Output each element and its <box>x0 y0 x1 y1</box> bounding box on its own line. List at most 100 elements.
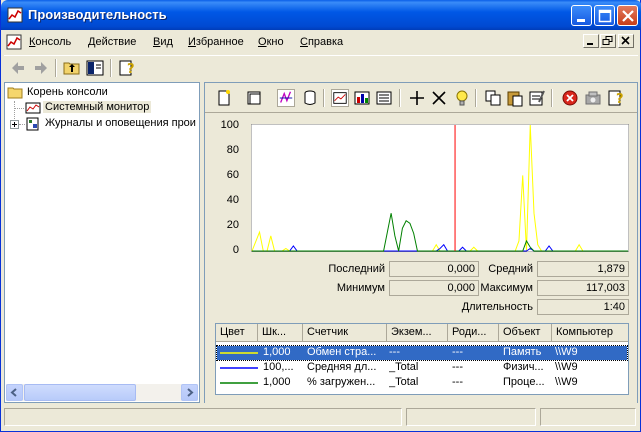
menu-bar: Консоль Действие Вид Избранное Окно Спра… <box>4 32 638 52</box>
y-tick-label: 40 <box>226 194 239 206</box>
counter-row[interactable]: 1,000 Обмен стра... --- --- Память \\W9 <box>216 345 628 361</box>
up-folder-icon[interactable] <box>63 59 81 77</box>
column-header-instance[interactable]: Экзем... <box>387 324 448 342</box>
toolbar-separator <box>551 89 553 107</box>
add-counter-icon[interactable] <box>408 89 426 107</box>
toolbar-separator <box>55 59 57 77</box>
tree-label: Корень консоли <box>27 86 108 98</box>
new-counter-set-icon[interactable] <box>215 89 233 107</box>
menu-action[interactable]: Действие <box>88 36 136 48</box>
counter-row[interactable]: 1,000 % загружен... _Total --- Проце... … <box>217 376 627 390</box>
forward-arrow-icon[interactable] <box>32 59 50 77</box>
status-bar <box>4 406 638 428</box>
cell-object: Физич... <box>503 361 544 373</box>
counter-row[interactable]: 100,... Средняя дл... _Total --- Физич..… <box>217 361 627 375</box>
view-report-icon[interactable] <box>375 89 393 107</box>
view-graph-icon[interactable] <box>331 89 349 107</box>
menu-view[interactable]: Вид <box>153 36 173 48</box>
view-current-activity-icon[interactable] <box>277 89 295 107</box>
performance-graph[interactable] <box>251 124 629 252</box>
minimize-icon <box>577 19 585 22</box>
maximum-value: 117,003 <box>537 280 629 296</box>
scroll-thumb[interactable] <box>24 384 136 401</box>
close-button[interactable] <box>617 5 638 26</box>
close-icon <box>621 36 630 45</box>
properties-icon[interactable] <box>528 89 546 107</box>
scroll-left-button[interactable] <box>6 384 23 401</box>
cell-instance: _Total <box>389 376 419 388</box>
highlight-bulb-icon[interactable] <box>453 89 471 107</box>
monitor-toolbar: ? <box>205 83 637 113</box>
logs-alerts-icon <box>26 117 39 131</box>
restore-icon <box>602 36 613 45</box>
toolbar-separator <box>110 59 112 77</box>
status-cell <box>540 408 636 426</box>
cell-parent: --- <box>452 376 463 388</box>
copy-properties-icon[interactable] <box>484 89 502 107</box>
cell-parent: --- <box>452 346 463 358</box>
menu-help[interactable]: Справка <box>300 36 343 48</box>
maximize-icon <box>598 9 612 23</box>
toolbar-separator <box>323 89 325 107</box>
scroll-right-button[interactable] <box>181 384 198 401</box>
system-monitor-icon <box>25 102 41 114</box>
svg-text:?: ? <box>616 92 624 107</box>
maximize-button[interactable] <box>594 5 615 26</box>
average-label: Средний <box>488 263 533 275</box>
y-tick-label: 20 <box>226 219 239 231</box>
console-icon[interactable] <box>6 34 22 50</box>
title-bar[interactable]: Производительность <box>1 0 641 30</box>
y-tick-label: 80 <box>226 144 239 156</box>
help-icon[interactable]: ? <box>607 89 625 107</box>
paste-counter-list-icon[interactable] <box>506 89 524 107</box>
last-value: 0,000 <box>389 261 479 277</box>
color-swatch <box>220 382 258 384</box>
child-restore-button[interactable] <box>600 34 616 48</box>
counter-list[interactable]: Цвет Шк... Счетчик Экзем... Роди... Объе… <box>215 323 629 395</box>
delete-counter-icon[interactable] <box>430 89 448 107</box>
column-header-scale[interactable]: Шк... <box>258 324 303 342</box>
cell-computer: \\W9 <box>555 361 578 373</box>
column-header-computer[interactable]: Компьютер <box>552 324 628 342</box>
freeze-display-icon[interactable] <box>561 89 579 107</box>
tree-label: Системный монитор <box>43 101 152 113</box>
column-header-counter[interactable]: Счетчик <box>303 324 387 342</box>
y-tick-label: 0 <box>232 244 239 256</box>
update-data-icon[interactable] <box>584 89 602 107</box>
main-toolbar: ? <box>4 55 638 79</box>
menu-favorites[interactable]: Избранное <box>188 36 244 48</box>
show-hide-tree-icon[interactable] <box>86 59 104 77</box>
cell-scale: 100,... <box>263 361 294 373</box>
clear-display-icon[interactable] <box>245 89 263 107</box>
menu-window[interactable]: Окно <box>258 36 284 48</box>
view-histogram-icon[interactable] <box>353 89 371 107</box>
performance-app-icon <box>7 7 23 23</box>
expand-plus-icon[interactable] <box>10 120 19 129</box>
column-header-parent[interactable]: Роди... <box>448 324 499 342</box>
minimize-button[interactable] <box>571 5 592 26</box>
cell-counter: Обмен стра... <box>307 346 377 358</box>
toolbar-separator <box>399 89 401 107</box>
tree-item-system-monitor[interactable]: Системный монитор <box>25 100 195 116</box>
column-header-color[interactable]: Цвет <box>216 324 258 342</box>
menu-console[interactable]: Консоль <box>29 36 71 48</box>
status-cell <box>406 408 536 426</box>
minimum-value: 0,000 <box>389 280 479 296</box>
tree-item-console-root[interactable]: Корень консоли <box>7 85 197 101</box>
maximum-label: Максимум <box>480 282 533 294</box>
status-cell <box>4 408 402 426</box>
console-tree[interactable]: Корень консоли Системный монитор Журналы… <box>4 82 200 403</box>
cell-computer: \\W9 <box>555 346 578 358</box>
average-value: 1,879 <box>537 261 629 277</box>
back-arrow-icon[interactable] <box>9 59 27 77</box>
column-header-object[interactable]: Объект <box>499 324 552 342</box>
tree-item-logs-alerts[interactable]: Журналы и оповещения прои <box>25 116 197 132</box>
window-title: Производительность <box>28 7 167 22</box>
tree-horizontal-scrollbar[interactable] <box>6 384 198 401</box>
child-minimize-button[interactable] <box>583 34 599 48</box>
child-close-button[interactable] <box>618 34 634 48</box>
view-log-data-icon[interactable] <box>301 89 319 107</box>
help-icon[interactable]: ? <box>118 59 136 77</box>
tree-label: Журналы и оповещения прои <box>45 117 196 129</box>
app-window: Производительность Консоль Действие Вид … <box>0 0 641 432</box>
